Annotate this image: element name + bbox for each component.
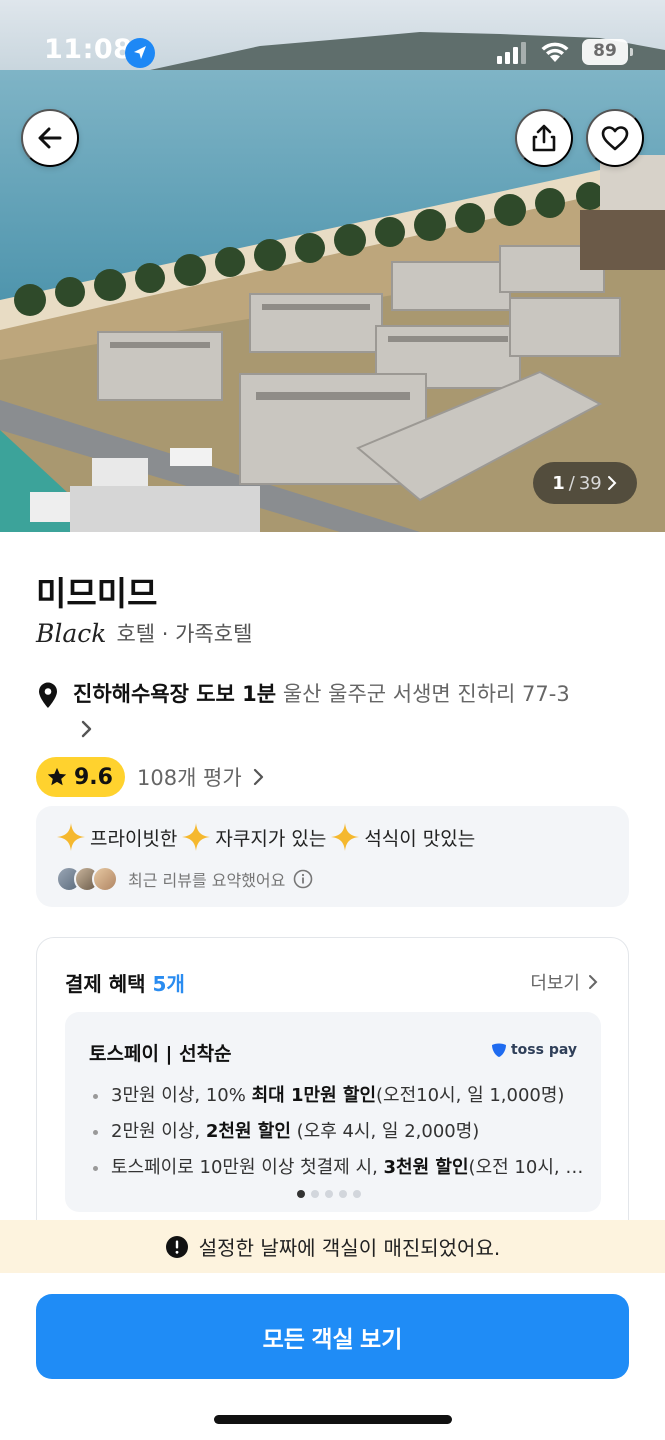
toss-pay-logo: toss pay [490,1042,577,1058]
review-tag: 프라이빗한 [56,822,177,852]
sparkle-icon [57,823,85,851]
avatar [92,866,118,892]
chevron-right-icon [589,975,598,989]
more-label: 더보기 [530,973,580,994]
home-indicator[interactable] [214,1415,452,1424]
photo-current: 1 [552,472,565,494]
promo-pager[interactable] [297,1190,361,1198]
hotel-brand-line: Black 호텔 · 가족호텔 [36,618,252,648]
review-tag: 석식이 맛있는 [330,822,475,852]
pager-dot[interactable] [353,1190,361,1198]
share-button[interactable] [515,109,573,167]
back-arrow-icon [38,127,62,149]
promo-item: 2만원 이상, 2천원 할인 (오후 4시, 일 2,000명) [89,1114,589,1150]
rating-badge: 9.6 [36,757,125,797]
location-text: 진하해수욕장 도보 1분 울산 울주군 서생면 진하리 77-3 [73,678,653,710]
review-summary-note: 최근 리뷰를 요약했어요 [128,871,286,890]
review-tags: 프라이빗한 자쿠지가 있는 석식이 맛있는 [56,822,479,852]
location-pin-icon [39,682,57,708]
cellular-signal-icon [497,42,526,64]
battery-level: 89 [593,41,617,61]
pager-dot[interactable] [339,1190,347,1198]
reviewer-avatars [56,866,118,892]
benefits-title: 결제 혜택 5개 [65,968,185,997]
benefits-count: 5개 [152,972,185,996]
sparkle-icon [331,823,360,851]
review-tag-label: 자쿠지가 있는 [215,827,327,850]
location-services-icon [125,38,155,68]
chevron-right-icon[interactable] [76,716,96,742]
promo-title: 토스페이 | 선착순 [89,1043,232,1065]
location-highlight: 진하해수욕장 도보 1분 [73,682,277,706]
black-brand-logo: Black [36,618,107,648]
star-icon [47,767,67,786]
photo-counter[interactable]: 1 / 39 [533,462,637,504]
review-tag: 자쿠지가 있는 [181,822,326,852]
promo-card[interactable]: 토스페이 | 선착순 toss pay 3만원 이상, 10% 최대 1만원 할… [65,1012,601,1212]
info-icon[interactable] [293,869,313,889]
hotel-name: 미므미므 [36,574,158,613]
payment-benefits-card: 결제 혜택 5개 더보기 토스페이 | 선착순 toss pay 3만원 이상,… [36,937,629,1247]
location-address: 울산 울주군 서생면 진하리 77-3 [282,682,570,706]
review-count: 108개 평가 [136,766,242,790]
back-button[interactable] [21,109,79,167]
pager-dot[interactable] [325,1190,333,1198]
rating-score: 9.6 [74,764,113,790]
photo-total: 39 [578,472,602,494]
pager-dot[interactable] [297,1190,305,1198]
heart-icon [601,126,629,151]
status-bar: 11:08 89 [0,0,665,100]
hero-photo[interactable]: 11:08 89 1 / 39 [0,0,665,532]
wifi-icon [541,42,569,62]
rating-row[interactable]: 9.6 108개 평가 [36,757,266,797]
share-icon [532,124,556,152]
promo-item: 토스페이로 10만원 이상 첫결제 시, 3천원 할인(오전 10시, 일 1,… [89,1150,589,1186]
chevron-right-icon [253,768,263,786]
status-time: 11:08 [44,34,133,65]
benefits-title-label: 결제 혜택 [65,972,146,996]
battery-indicator: 89 [582,39,633,65]
review-summary-box[interactable]: 프라이빗한 자쿠지가 있는 석식이 맛있는 최근 리뷰를 요약했어요 [36,806,629,907]
chevron-right-icon [607,476,617,490]
benefits-more-link[interactable]: 더보기 [530,969,598,995]
review-tag-label: 프라이빗한 [90,827,178,850]
sold-out-notice: 설정한 날짜에 객실이 매진되었어요. [0,1220,665,1273]
hotel-category: 호텔 · 가족호텔 [116,622,253,646]
toss-logo-icon [491,1043,506,1057]
review-tag-label: 석식이 맛있는 [364,827,476,850]
pager-dot[interactable] [311,1190,319,1198]
view-all-rooms-button[interactable]: 모든 객실 보기 [36,1294,629,1379]
favorite-button[interactable] [586,109,644,167]
sparkle-icon [182,823,211,851]
promo-list: 3만원 이상, 10% 최대 1만원 할인(오전10시, 일 1,000명) 2… [89,1078,589,1186]
alert-icon [165,1235,188,1258]
photo-separator: / [568,472,575,494]
review-summary-footer: 최근 리뷰를 요약했어요 [56,866,313,892]
toss-pay-label: toss pay [510,1042,577,1058]
promo-item: 3만원 이상, 10% 최대 1만원 할인(오전10시, 일 1,000명) [89,1078,589,1114]
sold-out-text: 설정한 날짜에 객실이 매진되었어요. [198,1236,501,1260]
